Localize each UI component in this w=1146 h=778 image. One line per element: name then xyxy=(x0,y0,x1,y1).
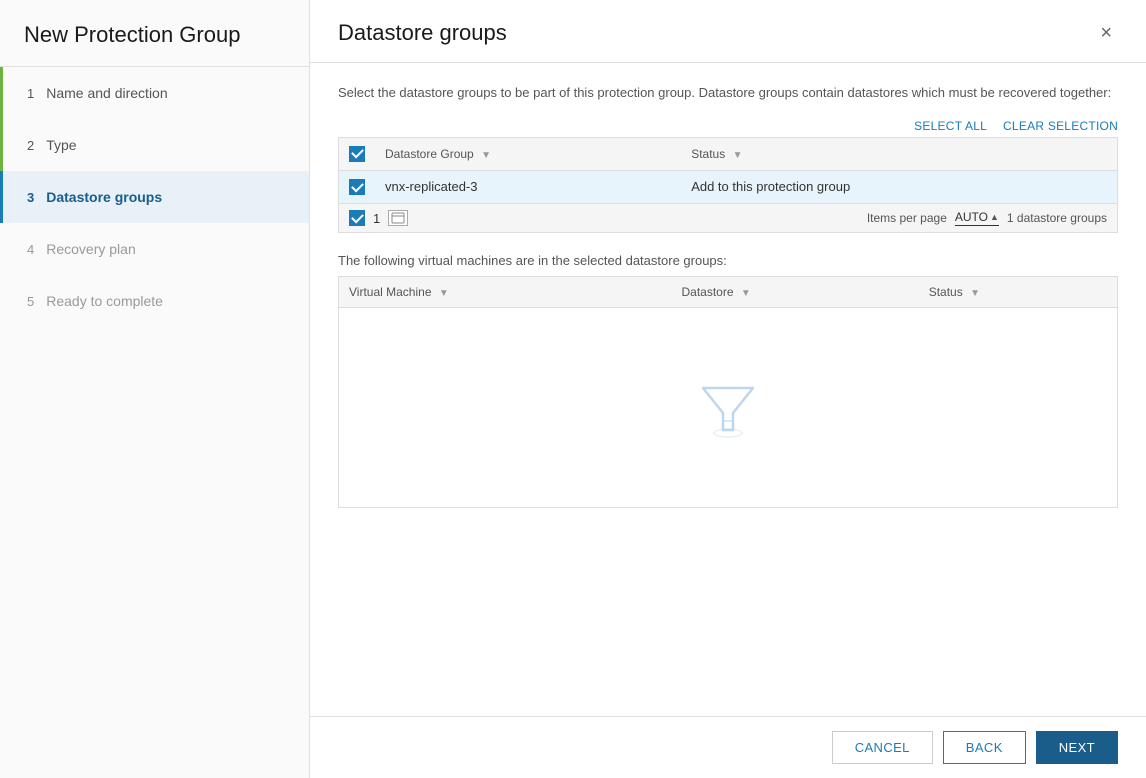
table-controls: SELECT ALL CLEAR SELECTION xyxy=(338,119,1118,133)
table-header-row: Datastore Group ▼ Status ▼ xyxy=(339,137,1118,170)
step-num-2: 2 xyxy=(27,138,34,153)
total-count: 1 datastore groups xyxy=(1007,211,1107,225)
col-vm-label: Virtual Machine xyxy=(349,285,432,299)
ds-filter-icon[interactable]: ▼ xyxy=(741,288,751,299)
back-button[interactable]: BACK xyxy=(943,731,1026,764)
step-num-1: 1 xyxy=(27,86,34,101)
vm-section-label: The following virtual machines are in th… xyxy=(338,253,1118,268)
col-vm-status-label: Status xyxy=(929,285,963,299)
sidebar-step-2[interactable]: 2 Type xyxy=(0,119,309,171)
step-label-1: Name and direction xyxy=(46,85,167,101)
filter-funnel-icon xyxy=(698,378,758,438)
table-row[interactable]: vnx-replicated-3 Add to this protection … xyxy=(339,170,1118,204)
vm-empty-row xyxy=(339,308,1118,508)
items-per-page-select[interactable]: AUTO ▲ xyxy=(955,210,999,226)
step-num-5: 5 xyxy=(27,294,34,309)
col-status: Status ▼ xyxy=(681,137,1117,170)
col-datastore-group-label: Datastore Group xyxy=(385,147,474,161)
footer-right: Items per page AUTO ▲ 1 datastore groups xyxy=(867,210,1107,226)
datastore-groups-table: Datastore Group ▼ Status ▼ vnx-replicate… xyxy=(338,137,1118,205)
header-checkbox-col xyxy=(339,137,376,170)
row-checkbox[interactable] xyxy=(349,179,365,195)
content-area: Datastore groups × Select the datastore … xyxy=(310,0,1146,778)
dialog: New Protection Group 1 Name and direction… xyxy=(0,0,1146,778)
footer-checkbox[interactable] xyxy=(349,210,365,226)
sidebar-steps: 1 Name and direction 2 Type 3 Datastore group… xyxy=(0,67,309,327)
content-footer: CANCEL BACK NEXT xyxy=(310,716,1146,778)
sidebar-step-3[interactable]: 3 Datastore groups xyxy=(0,171,309,223)
cancel-button[interactable]: CANCEL xyxy=(832,731,933,764)
col-ds-label: Datastore xyxy=(681,285,733,299)
col-status-label: Status xyxy=(691,147,725,161)
step-num-3: 3 xyxy=(27,190,34,205)
col-virtual-machine: Virtual Machine ▼ xyxy=(339,277,672,308)
step-label-5: Ready to complete xyxy=(46,293,163,309)
next-button[interactable]: NEXT xyxy=(1036,731,1118,764)
row-checkbox-cell xyxy=(339,170,376,204)
sidebar: New Protection Group 1 Name and direction… xyxy=(0,0,310,778)
chevron-up-icon: ▲ xyxy=(990,212,999,222)
col-datastore-group: Datastore Group ▼ xyxy=(375,137,681,170)
row-name: vnx-replicated-3 xyxy=(375,170,681,204)
step-label-2: Type xyxy=(46,137,76,153)
items-per-page-label: Items per page xyxy=(867,211,947,225)
footer-page-icon[interactable] xyxy=(388,210,408,226)
vm-header-row: Virtual Machine ▼ Datastore ▼ Status ▼ xyxy=(339,277,1118,308)
vm-filter-icon[interactable]: ▼ xyxy=(439,288,449,299)
vm-empty-state xyxy=(339,308,1118,508)
header-checkbox[interactable] xyxy=(349,146,365,162)
sidebar-step-4: 4 Recovery plan xyxy=(0,223,309,275)
step-num-4: 4 xyxy=(27,242,34,257)
datastore-group-filter-icon[interactable]: ▼ xyxy=(481,150,491,161)
col-datastore: Datastore ▼ xyxy=(671,277,918,308)
select-all-button[interactable]: SELECT ALL xyxy=(914,119,987,133)
step-label-4: Recovery plan xyxy=(46,241,136,257)
col-vm-status: Status ▼ xyxy=(919,277,1118,308)
page-title: Datastore groups xyxy=(338,20,507,46)
vm-table: Virtual Machine ▼ Datastore ▼ Status ▼ xyxy=(338,276,1118,508)
step-label-3: Datastore groups xyxy=(46,189,162,205)
content-header: Datastore groups × xyxy=(310,0,1146,63)
close-button[interactable]: × xyxy=(1094,21,1118,45)
content-body: Select the datastore groups to be part o… xyxy=(310,63,1146,716)
footer-count: 1 xyxy=(373,211,380,226)
row-status: Add to this protection group xyxy=(681,170,1117,204)
table-footer: 1 Items per page AUTO ▲ 1 datastore gr xyxy=(338,204,1118,233)
clear-selection-button[interactable]: CLEAR SELECTION xyxy=(1003,119,1118,133)
vm-status-filter-icon[interactable]: ▼ xyxy=(970,288,980,299)
sidebar-title: New Protection Group xyxy=(0,0,309,67)
description-text: Select the datastore groups to be part o… xyxy=(338,83,1118,103)
empty-funnel xyxy=(349,318,1107,498)
sidebar-step-1[interactable]: 1 Name and direction xyxy=(0,67,309,119)
status-filter-icon[interactable]: ▼ xyxy=(733,150,743,161)
items-per-page-value: AUTO xyxy=(955,210,988,224)
sidebar-step-5: 5 Ready to complete xyxy=(0,275,309,327)
footer-left: 1 xyxy=(349,210,408,226)
